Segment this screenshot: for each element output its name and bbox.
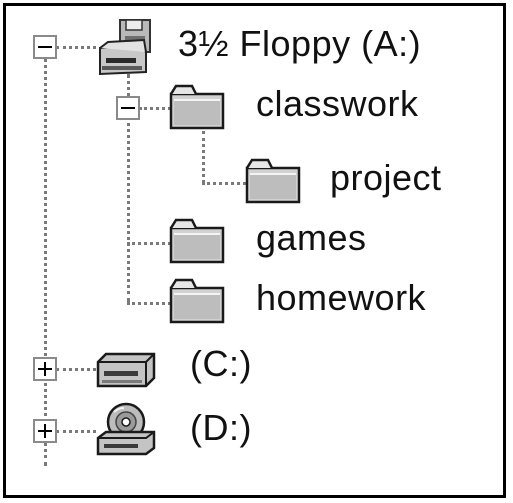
- tree-connector: [202, 131, 205, 183]
- collapse-classwork-toggle[interactable]: [116, 96, 140, 120]
- folder-icon: [169, 218, 225, 264]
- hard-drive-icon: [96, 352, 156, 388]
- tree-item-label: (C:): [190, 343, 252, 384]
- tree-connector: [56, 430, 96, 433]
- minus-icon: [38, 46, 52, 48]
- tree-item-label: homework: [256, 277, 427, 318]
- folder-icon: [169, 278, 225, 324]
- tree-item-label: (D:): [190, 407, 252, 448]
- tree-item-drive-d[interactable]: (D:): [94, 402, 294, 456]
- expand-drive-c-toggle[interactable]: [33, 357, 57, 381]
- tree-connector: [56, 368, 96, 371]
- tree-item-floppy-a[interactable]: 3½ Floppy (A:): [94, 18, 474, 76]
- folder-tree-panel: 3½ Floppy (A:) classwork project games h…: [3, 3, 506, 498]
- tree-item-label: classwork: [256, 83, 419, 124]
- tree-item-project[interactable]: project: [244, 156, 464, 206]
- tree-item-label: 3½ Floppy (A:): [178, 23, 422, 64]
- collapse-floppy-toggle[interactable]: [33, 35, 57, 59]
- folder-icon: [245, 158, 301, 204]
- tree-connector: [202, 182, 246, 185]
- tree-item-label: project: [330, 157, 442, 198]
- tree-connector: [139, 107, 171, 110]
- tree-connector: [127, 302, 171, 305]
- tree-item-games[interactable]: games: [168, 216, 428, 266]
- cd-drive-icon: [96, 402, 156, 456]
- tree-connector: [44, 46, 47, 466]
- tree-connector: [127, 242, 171, 245]
- tree-item-label: games: [256, 217, 367, 258]
- folder-icon: [169, 84, 225, 130]
- tree-connector: [56, 46, 96, 49]
- tree-item-homework[interactable]: homework: [168, 276, 468, 326]
- tree-item-drive-c[interactable]: (C:): [94, 342, 294, 392]
- tree-item-classwork[interactable]: classwork: [168, 82, 448, 132]
- minus-icon: [121, 107, 135, 109]
- expand-drive-d-toggle[interactable]: [33, 419, 57, 443]
- floppy-drive-icon: [99, 19, 151, 76]
